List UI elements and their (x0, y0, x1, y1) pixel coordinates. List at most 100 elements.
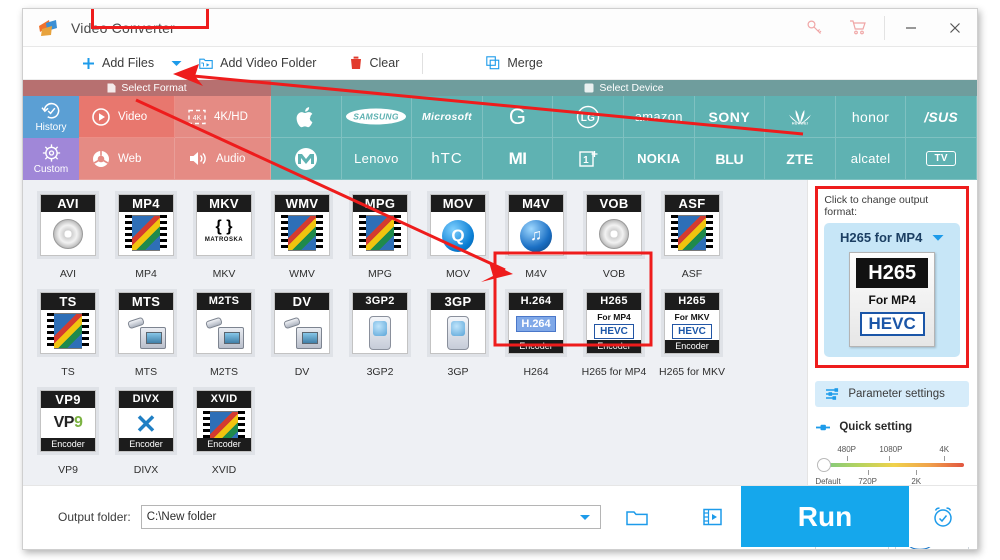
format-thumbnail: M2TS (196, 292, 252, 354)
chevron-down-icon[interactable] (932, 234, 944, 242)
run-button[interactable]: Run (741, 486, 909, 547)
slider-knob[interactable] (817, 458, 832, 472)
encoder-badge: Encoder (509, 340, 563, 353)
select-device-header-label: Select Device (599, 82, 664, 94)
device-tab-oneplus[interactable]: 1 (553, 138, 624, 180)
device-tab-google[interactable]: G (482, 96, 554, 138)
device-tab-motorola[interactable] (271, 138, 342, 180)
format-caption: VOB (602, 268, 626, 280)
format-caption: MTS (134, 366, 158, 378)
device-tab-tv[interactable]: TV (906, 138, 977, 180)
format-tile-mts[interactable]: MTS MTS (107, 285, 185, 383)
output-panel: Click to change output format: H265 for … (807, 180, 977, 549)
device-tab-honor[interactable]: honor (835, 96, 907, 138)
add-files-button[interactable]: Add Files (73, 47, 163, 80)
add-files-dropdown-button[interactable] (163, 47, 190, 80)
main-body: AVI AVI MP4 MP4 MKV{ } MATROSKA MKV WMV WMV MPG MP… (23, 9, 977, 549)
format-tile-h265-for-mkv[interactable]: H265 For MKV HEVC Encoder H265 for MKV (653, 285, 731, 383)
device-tab-alcatel[interactable]: alcatel (835, 138, 907, 180)
itunes-art: ♫ (520, 220, 552, 252)
device-tab-asus[interactable]: /SUS (906, 96, 977, 138)
format-tile-mov[interactable]: MOV Q MOV (419, 187, 497, 285)
format-badge: H265 (665, 293, 719, 310)
format-tab-web[interactable]: Web (79, 138, 175, 180)
output-format-card[interactable]: H265 for MP4 H265 For MP4 HEVC (824, 223, 960, 357)
format-tile-divx[interactable]: DIVX ✕ Encoder DIVX (107, 383, 185, 481)
sidebar-item-custom[interactable]: Custom (23, 138, 79, 180)
output-folder-dropdown[interactable] (574, 506, 595, 528)
output-folder-input[interactable]: C:\New folder (140, 504, 601, 529)
format-caption: H265 for MP4 (581, 366, 647, 378)
gear-icon (42, 144, 60, 162)
open-output-folder-button[interactable] (617, 508, 657, 526)
output-folder-value: C:\New folder (146, 510, 217, 523)
shopping-cart-button[interactable] (836, 9, 880, 46)
add-video-folder-label: Add Video Folder (220, 56, 317, 70)
scheduler-button[interactable] (909, 486, 977, 547)
device-tab-sony[interactable]: SONY (694, 96, 766, 138)
format-tab-4khd[interactable]: 4K 4K/HD (175, 96, 271, 138)
device-tab-samsung[interactable]: SAMSUNG (341, 96, 413, 138)
device-tab-lenovo[interactable]: Lenovo (341, 138, 413, 180)
format-badge: VP9 (41, 391, 95, 408)
license-key-button[interactable] (792, 9, 836, 46)
matroska-art: { } (215, 218, 233, 235)
device-tab-lg[interactable]: LG (553, 96, 624, 138)
add-files-label: Add Files (102, 56, 155, 70)
device-tab-htc[interactable]: hTC (412, 138, 483, 180)
format-tile-m4v[interactable]: M4V ♫ M4V (497, 187, 575, 285)
format-tile-mpg[interactable]: MPG MPG (341, 187, 419, 285)
format-thumbnail: H.264 H.264 Encoder (508, 292, 564, 354)
format-tile-dv[interactable]: DV DV (263, 285, 341, 383)
format-badge: WMV (275, 195, 329, 212)
format-tile-wmv[interactable]: WMV WMV (263, 187, 341, 285)
device-tab-huawei[interactable]: HUAWEI (765, 96, 836, 138)
add-video-folder-button[interactable]: Add Video Folder (190, 47, 325, 80)
format-tile-h264[interactable]: H.264 H.264 Encoder H264 (497, 285, 575, 383)
device-tab-amazon[interactable]: amazon (623, 96, 695, 138)
format-thumbnail: H265 For MP4 HEVC Encoder (586, 292, 642, 354)
clear-button[interactable]: Clear (341, 47, 408, 80)
device-tab-xiaomi[interactable]: MI (482, 138, 554, 180)
device-tab-blu[interactable]: BLU (694, 138, 766, 180)
toolbar-divider (422, 52, 424, 74)
format-tile-mkv[interactable]: MKV { } MATROSKA MKV (185, 187, 263, 285)
disc-art (599, 219, 629, 249)
device-tab-nokia[interactable]: NOKIA (623, 138, 695, 180)
format-thumbnail: WMV (274, 194, 330, 256)
device-tab-zte[interactable]: ZTE (765, 138, 836, 180)
merge-button[interactable]: Merge (477, 47, 551, 80)
format-caption: H264 (523, 366, 549, 378)
format-tile-h265-for-mp4[interactable]: H265 For MP4 HEVC Encoder H265 for MP4 (575, 285, 653, 383)
sidebar-item-history[interactable]: History (23, 96, 79, 138)
add-video-file-button[interactable] (693, 508, 733, 526)
encoder-badge: Encoder (197, 438, 251, 451)
device-tab-microsoft[interactable]: Microsoft (412, 96, 483, 138)
slider-track[interactable] (824, 463, 964, 467)
slider-label-480p: 480P (837, 445, 857, 454)
format-tile-ts[interactable]: TS TS (29, 285, 107, 383)
minimize-button[interactable] (889, 9, 933, 46)
output-format-selector[interactable]: H265 for MP4 (830, 230, 954, 245)
vp9-art: VP9 (53, 414, 83, 431)
format-tile-mp4[interactable]: MP4 MP4 (107, 187, 185, 285)
video-file-icon (702, 508, 722, 525)
close-button[interactable] (933, 9, 977, 46)
format-tile-xvid[interactable]: XVID Encoder XVID (185, 383, 263, 481)
format-tile-vob[interactable]: VOB VOB (575, 187, 653, 285)
format-caption: MPG (368, 268, 392, 280)
format-tile-avi[interactable]: AVI AVI (29, 187, 107, 285)
format-tile-vp9[interactable]: VP9 VP9 Encoder VP9 (29, 383, 107, 481)
slider-label-4k: 4K (939, 445, 950, 454)
format-caption: TS (61, 366, 75, 378)
format-tab-audio[interactable]: Audio (175, 138, 271, 180)
format-tile-m2ts[interactable]: M2TS M2TS (185, 285, 263, 383)
format-tile-3gp2[interactable]: 3GP2 3GP2 (341, 285, 419, 383)
format-tile-asf[interactable]: ASF ASF (653, 187, 731, 285)
format-badge: 3GP2 (353, 293, 407, 310)
run-button-label: Run (797, 500, 853, 532)
parameter-settings-button[interactable]: Parameter settings (815, 381, 969, 407)
device-tab-apple[interactable] (271, 96, 342, 138)
format-tab-video[interactable]: Video (79, 96, 175, 138)
format-tile-3gp[interactable]: 3GP 3GP (419, 285, 497, 383)
